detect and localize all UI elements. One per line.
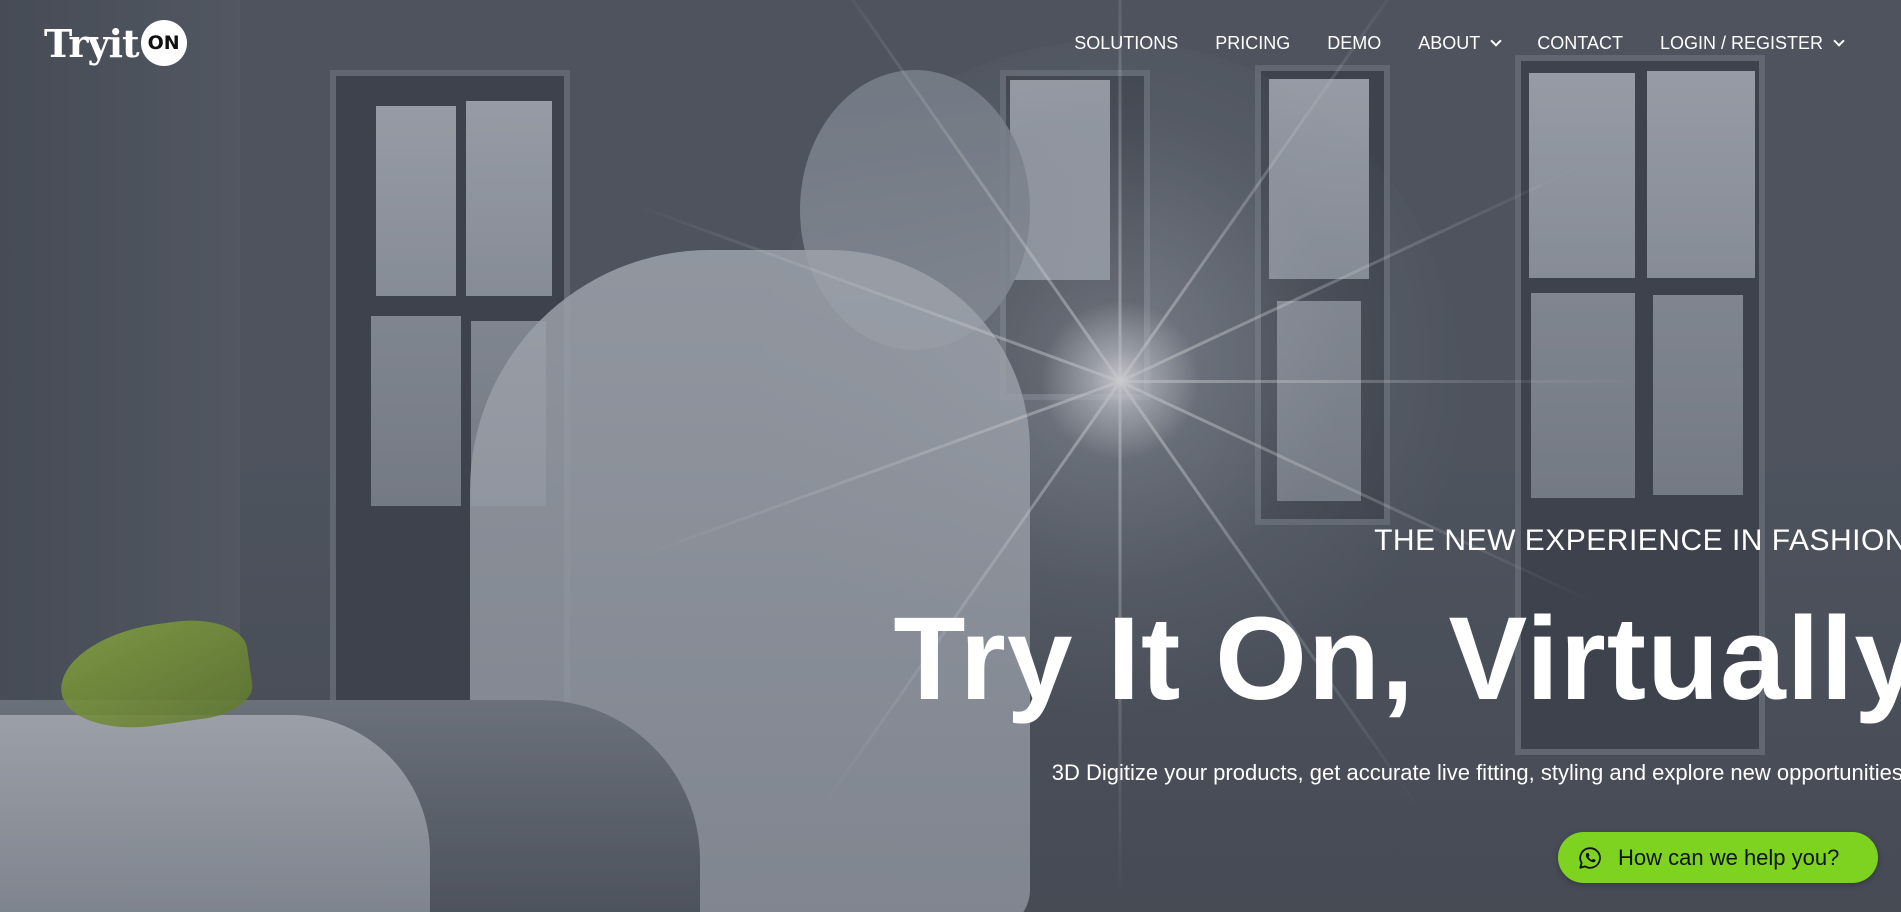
nav-item-demo[interactable]: DEMO: [1327, 33, 1381, 54]
nav-item-label: ABOUT: [1418, 32, 1481, 53]
hero-section: Tryit ON SOLUTIONS PRICING DEMO ABOUT CO…: [0, 0, 1901, 912]
logo-text: Tryit: [44, 20, 140, 66]
hero-subline: 3D Digitize your products, get accurate …: [1051, 760, 1901, 785]
hero-eyebrow: THE NEW EXPERIENCE IN FASHION: [1374, 524, 1901, 557]
nav-item-contact[interactable]: CONTACT: [1537, 33, 1623, 54]
nav-item-about[interactable]: ABOUT: [1418, 32, 1502, 54]
whatsapp-chat-button[interactable]: How can we help you?: [1558, 832, 1878, 883]
nav-item-label: SOLUTIONS: [1074, 32, 1179, 53]
nav-item-label: LOGIN / REGISTER: [1659, 32, 1823, 53]
nav-item-label: CONTACT: [1537, 32, 1623, 53]
nav-item-login-register[interactable]: LOGIN / REGISTER: [1659, 32, 1845, 54]
main-nav: SOLUTIONS PRICING DEMO ABOUT CONTACT LOG…: [1037, 24, 1845, 62]
nav-item-label: DEMO: [1327, 32, 1382, 53]
nav-item-solutions[interactable]: SOLUTIONS: [1074, 33, 1178, 54]
whatsapp-icon: [1579, 846, 1601, 869]
hero-headline: Try It On, Virtually: [893, 593, 1901, 725]
chat-button-label: How can we help you?: [1618, 844, 1840, 870]
site-logo[interactable]: Tryit ON: [44, 18, 187, 68]
logo-badge: ON: [140, 20, 187, 66]
nav-item-label: PRICING: [1215, 32, 1291, 53]
chevron-down-icon: [1833, 35, 1845, 47]
nav-item-pricing[interactable]: PRICING: [1215, 33, 1290, 54]
chevron-down-icon: [1490, 35, 1502, 47]
